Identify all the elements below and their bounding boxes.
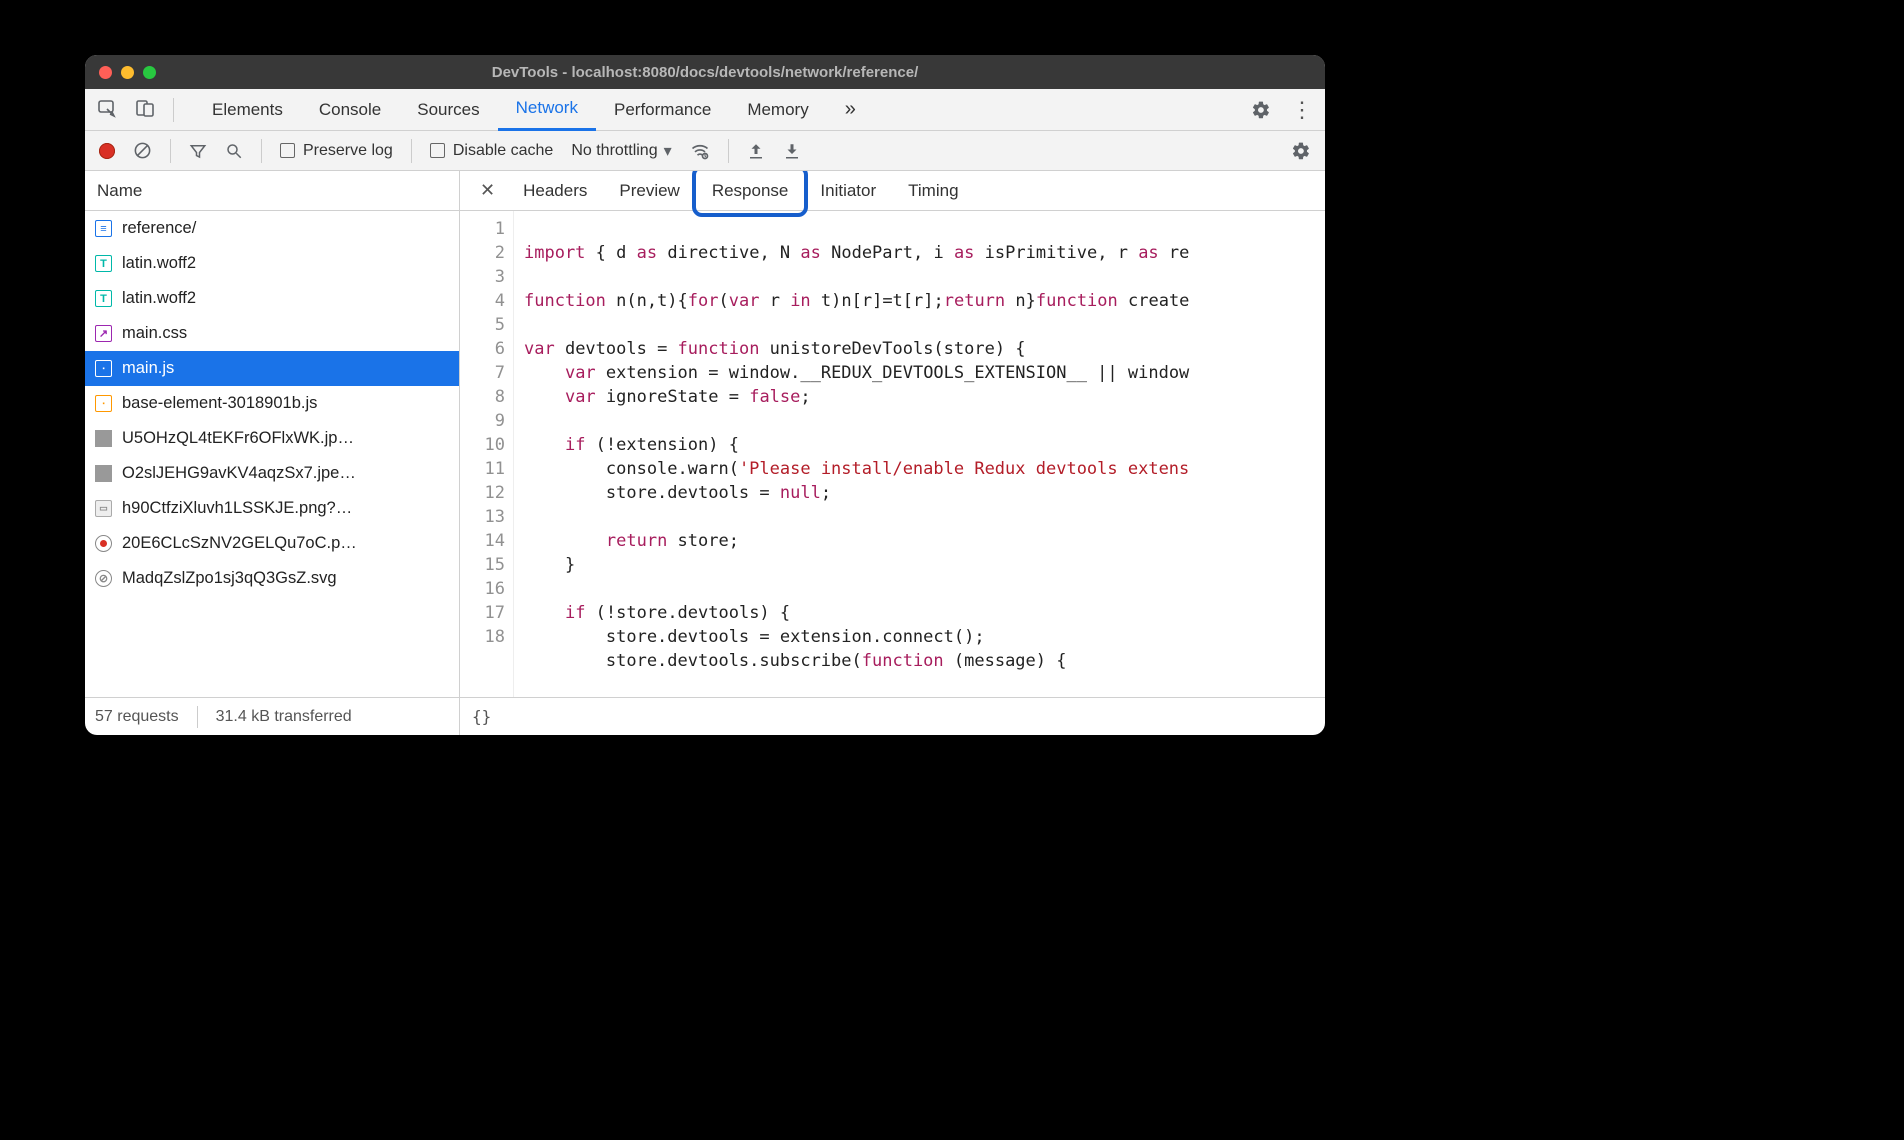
pretty-print-button[interactable]: {} [472,707,491,726]
request-row[interactable]: U5OHzQL4tEKFr6OFlxWK.jp… [85,421,459,456]
font-icon: T [95,290,112,307]
separator [728,139,729,163]
document-icon: ≡ [95,220,112,237]
requests-panel: Name ≡reference/ Tlatin.woff2 Tlatin.wof… [85,171,460,735]
tab-sources[interactable]: Sources [399,89,497,131]
zoom-window-button[interactable] [143,66,156,79]
preserve-log-checkbox[interactable]: Preserve log [280,142,393,160]
separator [197,706,198,728]
detail-tab-headers[interactable]: Headers [507,171,603,211]
request-row-selected[interactable]: ∙main.js [85,351,459,386]
window-controls [99,66,156,79]
disable-cache-label: Disable cache [453,142,554,160]
request-row[interactable]: ≡reference/ [85,211,459,246]
stylesheet-icon: ↗ [95,325,112,342]
window-title: DevTools - localhost:8080/docs/devtools/… [492,64,919,81]
image-icon [95,465,112,482]
request-count: 57 requests [95,708,179,726]
detail-tab-timing[interactable]: Timing [892,171,974,211]
tab-memory[interactable]: Memory [729,89,826,131]
transferred-size: 31.4 kB transferred [216,708,352,726]
search-icon[interactable] [225,142,243,160]
main-tab-bar: Elements Console Sources Network Perform… [85,89,1325,131]
tab-network[interactable]: Network [498,89,596,131]
preserve-log-label: Preserve log [303,142,393,160]
detail-tab-initiator[interactable]: Initiator [804,171,892,211]
filter-icon[interactable] [189,142,207,160]
line-gutter: 1 2 3 4 5 6 7 8 9 10 11 12 13 14 15 16 1… [460,211,514,697]
separator [173,98,174,122]
image-icon: ▭ [95,500,112,517]
disable-cache-checkbox[interactable]: Disable cache [430,142,554,160]
script-icon: ∙ [95,395,112,412]
request-row[interactable]: 20E6CLcSzNV2GELQu7oC.p… [85,526,459,561]
request-row[interactable]: Tlatin.woff2 [85,281,459,316]
request-row[interactable]: O2slJEHG9avKV4aqzSx7.jpe… [85,456,459,491]
image-icon [95,430,112,447]
throttling-value: No throttling [571,142,657,160]
devtools-window: DevTools - localhost:8080/docs/devtools/… [85,55,1325,735]
settings-icon[interactable] [1251,100,1271,120]
code-content: import { d as directive, N as NodePart, … [514,211,1325,697]
inspect-icon[interactable] [97,98,117,122]
record-button[interactable] [99,143,115,159]
device-toggle-icon[interactable] [135,98,155,122]
separator [170,139,171,163]
name-column-header[interactable]: Name [85,171,459,211]
tab-console[interactable]: Console [301,89,399,131]
detail-tab-bar: ✕ Headers Preview Response Initiator Tim… [460,171,1325,211]
network-settings-icon[interactable] [1291,141,1311,161]
request-row[interactable]: ↗main.css [85,316,459,351]
detail-tab-preview[interactable]: Preview [603,171,695,211]
status-bar: 57 requests 31.4 kB transferred [85,697,459,735]
font-icon: T [95,255,112,272]
request-row[interactable]: Tlatin.woff2 [85,246,459,281]
request-list: ≡reference/ Tlatin.woff2 Tlatin.woff2 ↗m… [85,211,459,697]
response-footer: {} [460,697,1325,735]
detail-panel: ✕ Headers Preview Response Initiator Tim… [460,171,1325,735]
script-icon: ∙ [95,360,112,377]
request-row[interactable]: ⊘MadqZslZpo1sj3qQ3GsZ.svg [85,561,459,596]
svg-icon: ⊘ [95,570,112,587]
close-window-button[interactable] [99,66,112,79]
detail-tab-response[interactable]: Response [696,171,805,211]
clear-icon[interactable] [133,141,152,160]
chevron-down-icon: ▾ [664,141,672,161]
response-body[interactable]: 1 2 3 4 5 6 7 8 9 10 11 12 13 14 15 16 1… [460,211,1325,697]
network-conditions-icon[interactable] [690,141,710,161]
download-har-icon[interactable] [783,142,801,160]
request-row[interactable]: ∙base-element-3018901b.js [85,386,459,421]
request-row[interactable]: ▭h90CtfziXluvh1LSSKJE.png?… [85,491,459,526]
titlebar: DevTools - localhost:8080/docs/devtools/… [85,55,1325,89]
upload-har-icon[interactable] [747,142,765,160]
separator [261,139,262,163]
media-icon [95,535,112,552]
tab-elements[interactable]: Elements [194,89,301,131]
separator [411,139,412,163]
minimize-window-button[interactable] [121,66,134,79]
tabs-overflow-button[interactable]: » [827,89,874,131]
network-toolbar: Preserve log Disable cache No throttling… [85,131,1325,171]
close-detail-button[interactable]: ✕ [468,180,507,201]
throttling-select[interactable]: No throttling ▾ [571,141,671,161]
tab-performance[interactable]: Performance [596,89,729,131]
